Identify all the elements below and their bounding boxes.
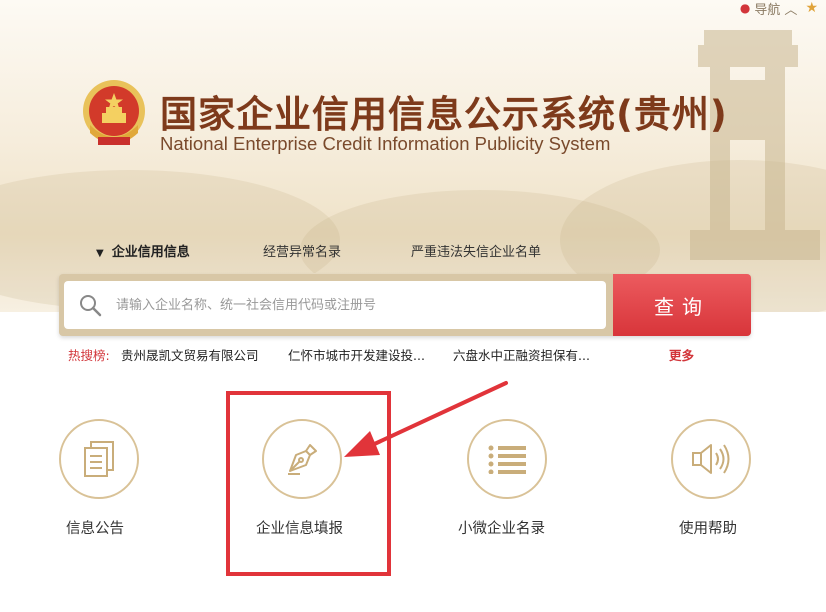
tab-serious-violation-list[interactable]: 严重违法失信企业名单 (411, 241, 541, 260)
tab-credit-info[interactable]: ▼ 企业信用信息 (96, 241, 190, 260)
triangle-down-icon: ▼ (96, 248, 104, 259)
feature-help[interactable] (671, 419, 751, 499)
chevron-up-icon[interactable]: ︿ (784, 0, 797, 18)
feature-ring (59, 419, 139, 499)
speaker-icon (692, 444, 730, 474)
tab-label: 经营异常名录 (263, 245, 342, 260)
star-icon[interactable]: ★ (805, 0, 818, 16)
feature-label[interactable]: 小微企业名录 (458, 517, 545, 538)
feature-ring (671, 419, 751, 499)
hot-search-label: 热搜榜: (68, 348, 110, 363)
header-banner (0, 0, 826, 312)
search-input[interactable] (114, 296, 588, 314)
feature-info-announcement[interactable] (59, 419, 139, 499)
location-pin-icon: ● (739, 1, 751, 15)
feature-label[interactable]: 信息公告 (66, 517, 124, 538)
hot-search-item[interactable]: 仁怀市城市开发建设投... (288, 345, 425, 364)
site-title: 国家企业信用信息公示系统(贵州) (160, 93, 728, 136)
tab-label: 严重违法失信企业名单 (411, 245, 542, 260)
tab-label: 企业信用信息 (111, 245, 190, 260)
hot-search: 热搜榜: 贵州晟凯文贸易有限公司 仁怀市城市开发建设投... 六盘水中正融资担保… (68, 345, 590, 363)
nav-label[interactable]: 导航 (754, 0, 780, 18)
national-emblem-logo (83, 80, 145, 145)
search-field[interactable] (64, 281, 606, 329)
top-nav[interactable]: ● 导航 ︿ ★ (739, 0, 818, 18)
feature-label[interactable]: 使用帮助 (679, 517, 737, 538)
site-subtitle: National Enterprise Credit Information P… (160, 133, 611, 154)
tab-abnormal-list[interactable]: 经营异常名录 (263, 241, 341, 260)
annotation-arrow (344, 381, 508, 457)
hot-search-item[interactable]: 六盘水中正融资担保有... (453, 345, 590, 364)
monument-illustration (690, 30, 820, 260)
search-icon (78, 293, 114, 317)
more-link[interactable]: 更多 (669, 345, 694, 364)
search-button[interactable]: 查询 (613, 274, 751, 336)
hot-search-item[interactable]: 贵州晟凯文贸易有限公司 (121, 345, 259, 364)
document-icon (84, 441, 114, 477)
